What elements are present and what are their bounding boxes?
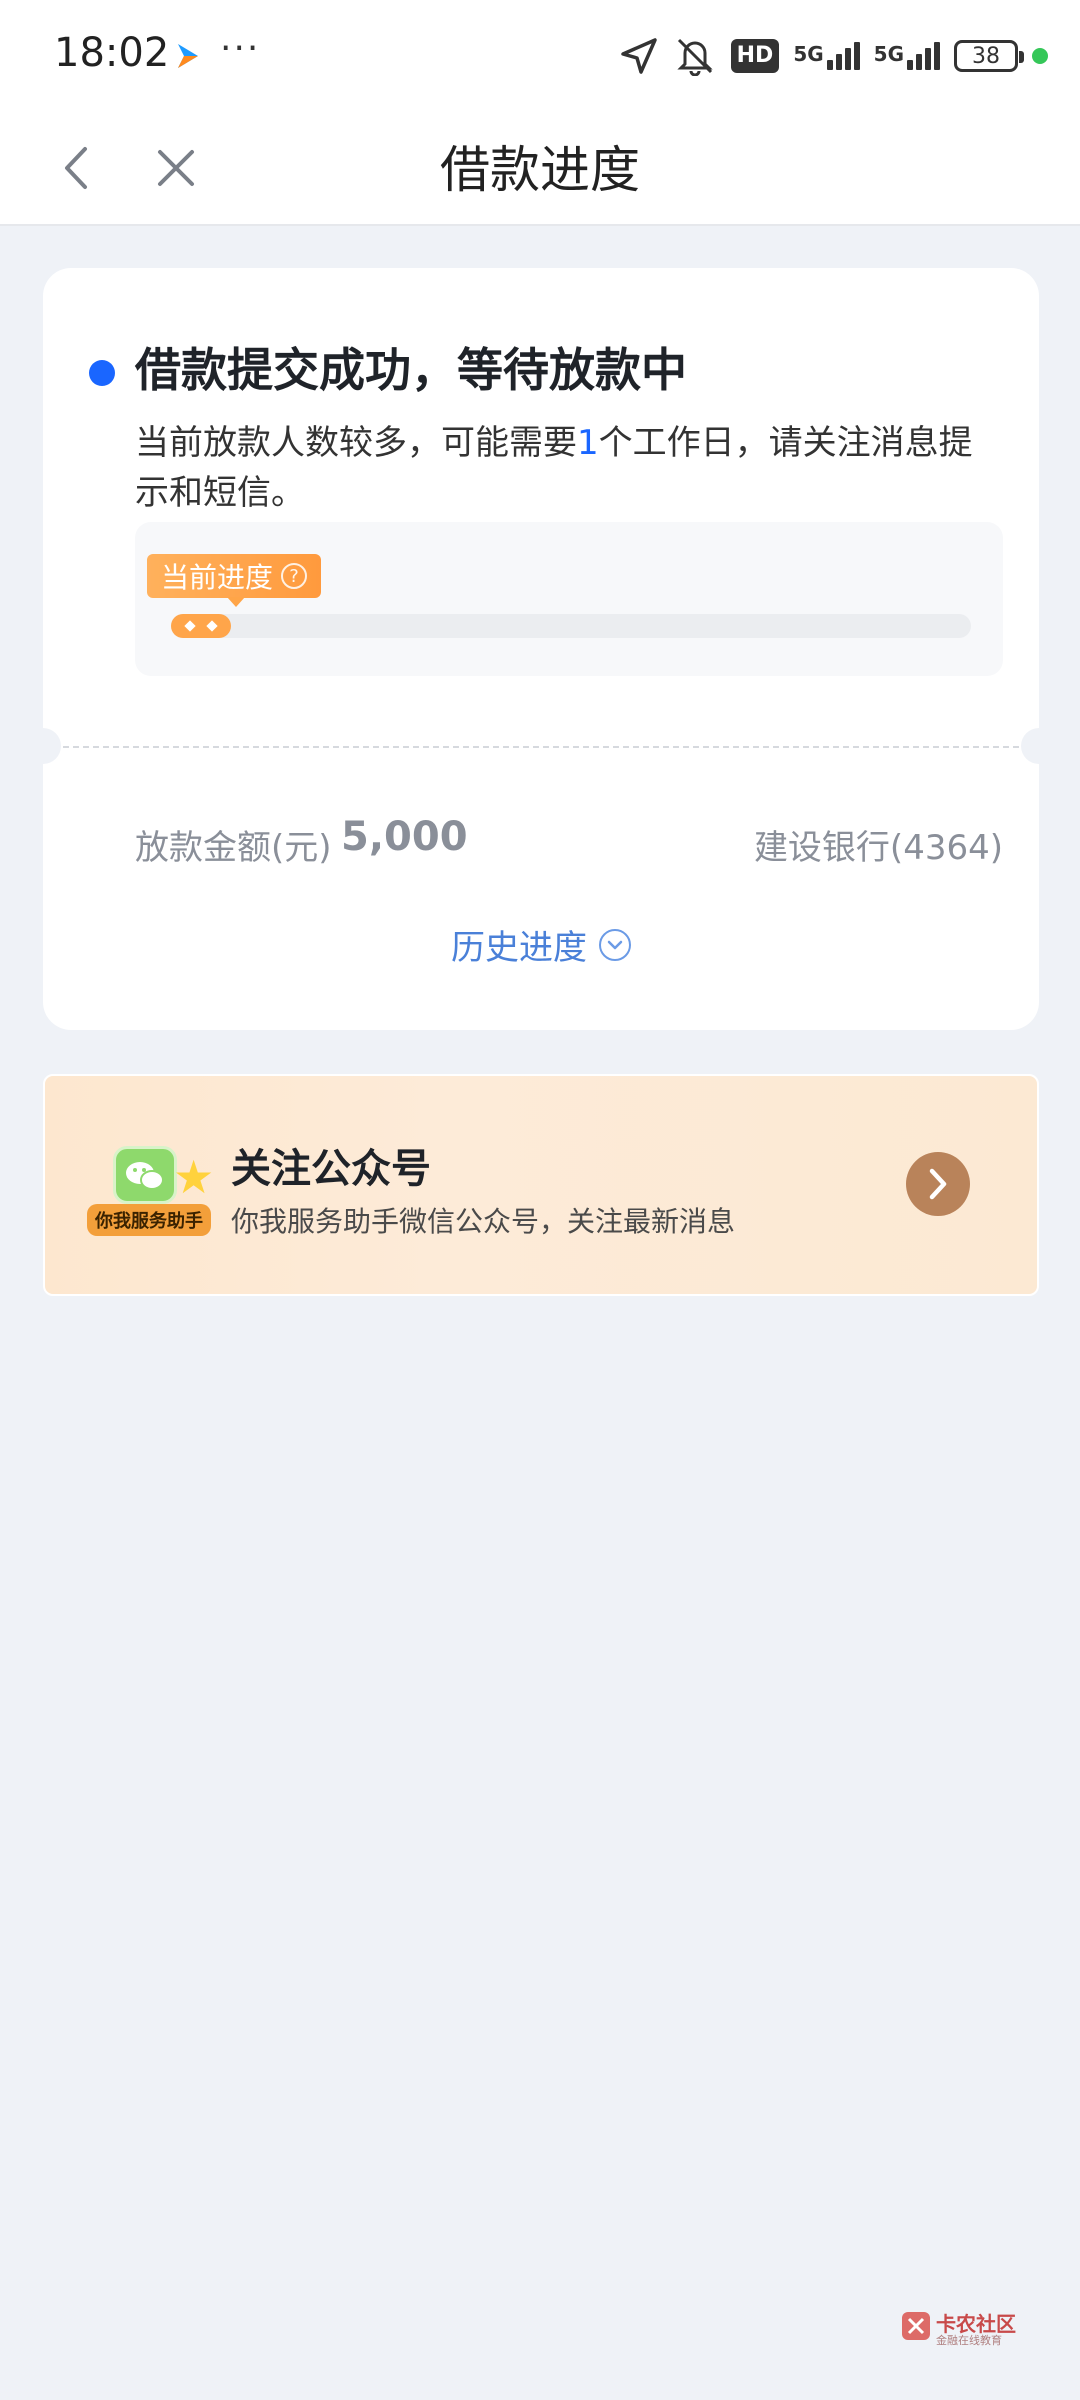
kanong-watermark: 卡农社区 金融在线教育 — [900, 2308, 1020, 2350]
bank-account: 建设银行(4364) — [753, 828, 1003, 868]
wechat-assistant-logo: ★ 你我服务助手 — [87, 1140, 215, 1240]
chevron-right-icon — [929, 1168, 947, 1200]
privacy-indicator-icon — [1032, 48, 1048, 64]
location-icon — [620, 38, 657, 74]
working-days-count: 1 — [577, 423, 599, 463]
top-bar: 18:02 ··· HD 5G 5G 38 借款进度 — [0, 0, 1080, 226]
progress-track — [171, 614, 971, 638]
kanong-logo-icon — [902, 2312, 930, 2340]
signal-5g-icon: 5G — [793, 42, 860, 70]
network-label: 5G — [873, 42, 904, 66]
battery-icon: 38 — [954, 40, 1024, 72]
nav-bar: 借款进度 — [0, 110, 1080, 226]
status-description: 当前放款人数较多，可能需要1个工作日，请关注消息提示和短信。 — [135, 418, 1005, 518]
current-progress-label: 当前进度 — [161, 561, 274, 594]
assistant-badge: 你我服务助手 — [87, 1204, 211, 1236]
more-notifications-icon: ··· — [220, 28, 261, 69]
status-bar: 18:02 ··· HD 5G 5G 38 — [0, 0, 1080, 110]
help-icon: ? — [281, 563, 308, 589]
history-progress-label: 历史进度 — [451, 928, 587, 968]
loan-progress-card: 借款提交成功，等待放款中 当前放款人数较多，可能需要1个工作日，请关注消息提示和… — [25, 268, 1057, 1030]
follow-arrow-button[interactable] — [906, 1152, 970, 1216]
chevron-down-icon — [599, 928, 631, 961]
progress-fill — [171, 614, 231, 638]
star-icon: ★ — [173, 1150, 215, 1204]
current-progress-tag[interactable]: 当前进度 ? — [147, 554, 322, 607]
amount-label: 放款金额(元) — [135, 828, 332, 868]
status-time: 18:02 — [54, 30, 170, 76]
amount-value: 5,000 — [341, 814, 468, 860]
status-title: 借款提交成功，等待放款中 — [135, 343, 687, 397]
watermark-subtitle: 金融在线教育 — [936, 2334, 1002, 2347]
follow-subtitle: 你我服务助手微信公众号，关注最新消息 — [231, 1205, 736, 1238]
signal-5g-icon: 5G — [874, 42, 940, 70]
progress-box: 当前进度 ? — [135, 522, 1003, 676]
follow-official-account-card[interactable]: ★ 你我服务助手 关注公众号 你我服务助手微信公众号，关注最新消息 — [43, 1074, 1039, 1296]
wechat-icon — [113, 1146, 177, 1204]
status-description-text: 当前放款人数较多，可能需要 — [135, 423, 577, 463]
page-title: 借款进度 — [440, 141, 640, 199]
mute-bell-icon — [677, 38, 713, 76]
status-icons: HD 5G 5G 38 — [619, 32, 1048, 80]
ticket-notch — [1021, 728, 1057, 764]
app-notification-icon — [178, 44, 198, 68]
ticket-notch — [25, 728, 61, 764]
status-dot-icon — [89, 360, 115, 386]
divider — [43, 746, 1039, 748]
follow-title: 关注公众号 — [231, 1146, 431, 1192]
history-progress-button[interactable]: 历史进度 — [43, 920, 1039, 969]
hd-icon: HD — [730, 39, 780, 73]
network-label: 5G — [793, 42, 824, 66]
